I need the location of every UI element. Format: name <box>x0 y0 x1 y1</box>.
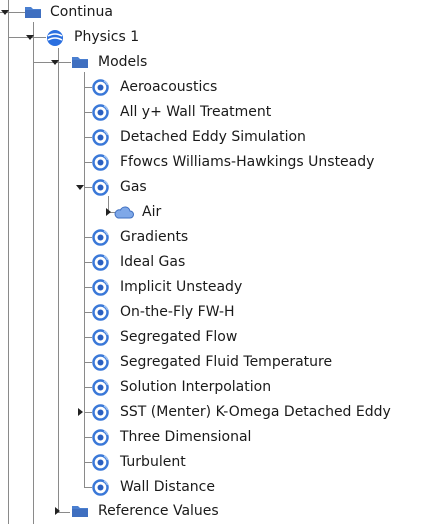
tree-connector <box>84 187 92 188</box>
tree-connector <box>84 287 92 288</box>
tree-node-model[interactable]: Wall Distance <box>0 475 428 500</box>
model-icon <box>92 154 109 175</box>
tree-node-model[interactable]: Implicit Unsteady <box>0 275 428 300</box>
tree-node-label: Solution Interpolation <box>120 379 272 395</box>
tree-node-label: Detached Eddy Simulation <box>120 129 306 145</box>
tree-node-model[interactable]: Ideal Gas <box>0 250 428 275</box>
tree-node-label: Three Dimensional <box>120 429 252 445</box>
tree-node-label: Wall Distance <box>120 479 215 495</box>
tree-node-label: Turbulent <box>120 454 186 470</box>
tree-node-model[interactable]: Ffowcs Williams-Hawkings Unsteady <box>0 150 428 175</box>
expand-toggle[interactable] <box>50 57 60 67</box>
folder-icon <box>71 55 89 73</box>
tree-connector <box>84 162 92 163</box>
model-icon <box>92 454 109 475</box>
tree-connector <box>84 137 92 138</box>
tree-node-model[interactable]: Solution Interpolation <box>0 375 428 400</box>
expand-toggle[interactable] <box>75 182 85 192</box>
expand-toggle[interactable] <box>52 506 62 516</box>
tree-node-model[interactable]: SST (Menter) K-Omega Detached Eddy <box>0 400 428 425</box>
model-icon <box>92 229 109 250</box>
folder-icon <box>71 504 89 522</box>
tree-node-label: On-the-Fly FW-H <box>120 304 235 320</box>
model-icon <box>92 354 109 375</box>
tree-node-label: Implicit Unsteady <box>120 279 243 295</box>
tree-node-label: Segregated Fluid Temperature <box>120 354 333 370</box>
tree-node-label: Continua <box>50 4 113 20</box>
tree-node-label: Aeroacoustics <box>120 79 218 95</box>
chevron-down-icon <box>76 185 84 190</box>
tree-node-label: SST (Menter) K-Omega Detached Eddy <box>120 404 391 420</box>
tree-node-label: Ideal Gas <box>120 254 186 270</box>
tree-node-label: Gradients <box>120 229 189 245</box>
chevron-right-icon <box>78 408 83 416</box>
tree-node-label: Air <box>142 204 162 220</box>
tree-node-model[interactable]: Air <box>0 200 428 225</box>
model-icon <box>92 279 109 300</box>
model-icon <box>92 254 109 275</box>
expand-toggle[interactable] <box>75 407 85 417</box>
tree-connector <box>84 487 92 488</box>
chevron-right-icon <box>106 208 111 216</box>
chevron-down-icon <box>26 35 34 40</box>
tree-node-label: Gas <box>120 179 147 195</box>
tree-node-model[interactable]: Detached Eddy Simulation <box>0 125 428 150</box>
model-icon <box>92 429 109 450</box>
chevron-down-icon <box>51 60 59 65</box>
tree-node-model[interactable]: On-the-Fly FW-H <box>0 300 428 325</box>
expand-toggle[interactable] <box>25 32 35 42</box>
tree-connector <box>84 337 92 338</box>
tree-node-label: All y+ Wall Treatment <box>120 104 272 120</box>
tree-node-label: Segregated Flow <box>120 329 238 345</box>
tree-node-models[interactable]: Models <box>0 50 428 75</box>
simulation-tree: Continua Physics 1 Models Aeroacoustics A… <box>0 0 428 524</box>
tree-connector <box>84 387 92 388</box>
expand-toggle[interactable] <box>0 7 10 17</box>
tree-connector <box>84 362 92 363</box>
model-icon <box>92 179 109 200</box>
tree-connector <box>84 437 92 438</box>
tree-node-label: Ffowcs Williams-Hawkings Unsteady <box>120 154 375 170</box>
tree-node-model[interactable]: Turbulent <box>0 450 428 475</box>
tree-node-model[interactable]: All y+ Wall Treatment <box>0 100 428 125</box>
chevron-down-icon <box>1 10 9 15</box>
tree-node-model[interactable]: Gas <box>0 175 428 200</box>
tree-connector <box>84 87 92 88</box>
model-icon <box>92 404 109 425</box>
tree-connector <box>84 462 92 463</box>
tree-node-model[interactable]: Aeroacoustics <box>0 75 428 100</box>
model-icon <box>92 79 109 100</box>
tree-connector <box>84 112 92 113</box>
tree-node-physics-1[interactable]: Physics 1 <box>0 25 428 50</box>
expand-toggle[interactable] <box>103 207 113 217</box>
tree-node-model[interactable]: Segregated Fluid Temperature <box>0 350 428 375</box>
tree-node-model[interactable]: Three Dimensional <box>0 425 428 450</box>
tree-node-label: Physics 1 <box>74 29 140 45</box>
tree-node-label: Reference Values <box>98 503 219 519</box>
model-icon <box>92 329 109 350</box>
tree-connector <box>84 412 92 413</box>
tree-connector <box>84 237 92 238</box>
model-icon <box>92 379 109 400</box>
model-icon <box>92 104 109 125</box>
chevron-right-icon <box>55 507 60 515</box>
model-icon <box>92 129 109 150</box>
model-icon <box>92 479 109 500</box>
folder-icon <box>24 5 42 23</box>
physics-continuum-icon <box>46 29 64 51</box>
model-icon <box>92 304 109 325</box>
tree-connector <box>84 262 92 263</box>
tree-node-label: Models <box>98 54 148 70</box>
tree-node-reference-values[interactable]: Reference Values <box>0 499 428 524</box>
tree-node-continua[interactable]: Continua <box>0 0 428 25</box>
tree-node-model[interactable]: Segregated Flow <box>0 325 428 350</box>
cloud-icon <box>114 206 134 224</box>
tree-node-model[interactable]: Gradients <box>0 225 428 250</box>
tree-connector <box>84 312 92 313</box>
